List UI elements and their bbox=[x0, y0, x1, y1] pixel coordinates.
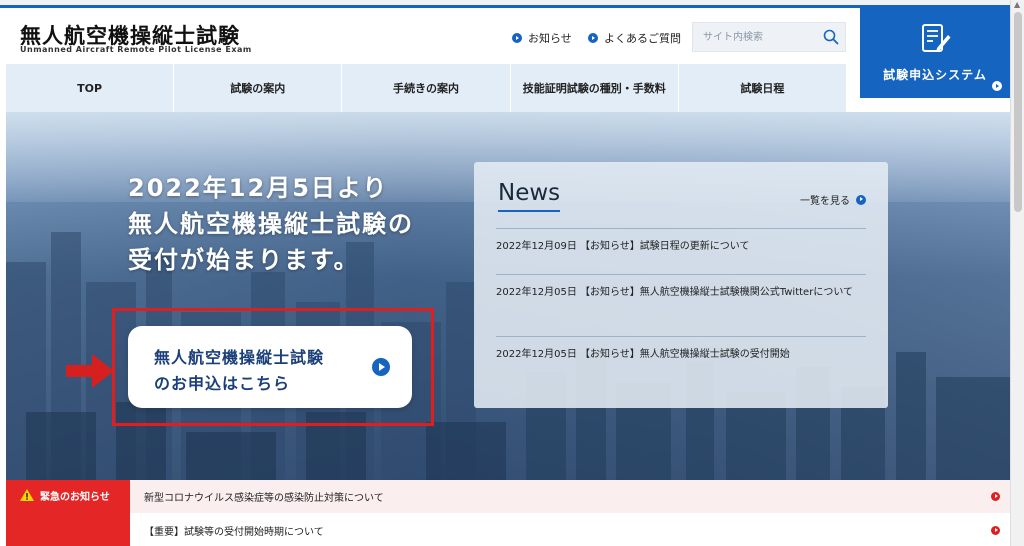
news-item-title: 【お知らせ】試験日程の更新について bbox=[580, 241, 750, 252]
news-view-all-link[interactable]: 一覧を見る bbox=[800, 192, 866, 207]
cta-label-line2: のお申込はこちら bbox=[154, 374, 291, 393]
document-edit-icon bbox=[922, 24, 951, 52]
global-nav: TOP 試験の案内 手続きの案内 技能証明試験の種別・手数料 試験日程 bbox=[6, 64, 846, 112]
nav-item-exam-schedule[interactable]: 試験日程 bbox=[679, 64, 846, 112]
arrow-circle-icon bbox=[588, 33, 598, 43]
divider bbox=[496, 228, 866, 229]
hero-headline-line: 無人航空機操縦士試験の bbox=[128, 210, 414, 238]
news-item[interactable]: 2022年12月09日 【お知らせ】試験日程の更新について bbox=[496, 236, 866, 258]
divider bbox=[496, 336, 866, 337]
search-input[interactable] bbox=[693, 23, 817, 51]
news-item-title: 【お知らせ】無人航空機操縦士試験の受付開始 bbox=[580, 349, 790, 360]
scroll-up-icon[interactable]: ▲ bbox=[1014, 0, 1020, 9]
exam-application-cta-button[interactable]: 無人航空機操縦士試験 のお申込はこちら bbox=[128, 326, 412, 408]
emergency-notice-text: 新型コロナウイルス感染症等の感染防止対策について bbox=[144, 493, 384, 504]
arrow-circle-icon bbox=[856, 194, 866, 205]
exam-application-system-button[interactable]: 試験申込システム bbox=[860, 8, 1010, 98]
browser-top-edge bbox=[0, 0, 1024, 8]
search-icon[interactable] bbox=[823, 29, 839, 45]
hero-headline-line: 2022年12月5日より bbox=[128, 174, 389, 202]
emergency-notice-item[interactable]: 【重要】試験等の受付開始時期について bbox=[130, 514, 1010, 546]
apply-button-label: 試験申込システム bbox=[883, 68, 987, 82]
hero-banner: 2022年12月5日より 無人航空機操縦士試験の 受付が始まります。 無人航空機… bbox=[6, 112, 1010, 480]
news-item[interactable]: 2022年12月05日 【お知らせ】無人航空機操縦士試験の受付開始 bbox=[496, 344, 866, 366]
divider bbox=[496, 274, 866, 275]
nav-item-exam-guide[interactable]: 試験の案内 bbox=[174, 64, 343, 112]
hero-headline-line: 受付が始まります。 bbox=[128, 246, 360, 274]
emergency-notice-item[interactable]: 新型コロナウイルス感染症等の感染防止対策について bbox=[130, 480, 1010, 513]
arrow-circle-icon bbox=[512, 33, 522, 43]
emergency-notice-title: 緊急のお知らせ bbox=[40, 492, 110, 503]
emergency-notices: 緊急のお知らせ 新型コロナウイルス感染症等の感染防止対策について 【重要】試験等… bbox=[6, 480, 1010, 546]
news-item-date: 2022年12月05日 bbox=[496, 287, 577, 298]
page-scrollbar[interactable]: ▲ bbox=[1010, 0, 1024, 546]
news-item-date: 2022年12月05日 bbox=[496, 349, 577, 360]
site-header: 無人航空機操縦士試験 Unmanned Aircraft Remote Pilo… bbox=[6, 8, 1010, 112]
nav-item-procedure-guide[interactable]: 手続きの案内 bbox=[342, 64, 511, 112]
news-title: News bbox=[498, 180, 561, 206]
arrow-circle-icon bbox=[992, 81, 1002, 91]
nav-item-top[interactable]: TOP bbox=[6, 64, 175, 112]
news-item-title: 【お知らせ】無人航空機操縦士試験機関公式Twitterについて bbox=[580, 287, 854, 298]
hero-headline: 2022年12月5日より 無人航空機操縦士試験の 受付が始まります。 bbox=[128, 170, 414, 278]
arrow-circle-icon bbox=[991, 526, 1000, 535]
nav-item-exam-types-fees[interactable]: 技能証明試験の種別・手数料 bbox=[511, 64, 679, 112]
site-search bbox=[692, 22, 846, 52]
news-title-underline bbox=[498, 210, 560, 212]
arrow-circle-icon bbox=[991, 492, 1000, 501]
play-circle-icon bbox=[372, 358, 390, 376]
news-view-all-label: 一覧を見る bbox=[800, 196, 850, 207]
emergency-notice-label: 緊急のお知らせ bbox=[6, 480, 130, 546]
scrollbar-thumb[interactable] bbox=[1014, 12, 1022, 212]
news-item[interactable]: 2022年12月05日 【お知らせ】無人航空機操縦士試験機関公式Twitterに… bbox=[496, 282, 866, 304]
header-link-news[interactable]: お知らせ bbox=[512, 30, 572, 46]
emergency-notice-text: 【重要】試験等の受付開始時期について bbox=[144, 527, 324, 538]
header-link-label: よくあるご質問 bbox=[604, 32, 681, 45]
news-panel: News 一覧を見る 2022年12月09日 【お知らせ】試験日程の更新について… bbox=[474, 162, 888, 408]
red-arrow-annotation-icon bbox=[66, 354, 114, 388]
warning-icon bbox=[20, 489, 34, 501]
cta-label-line1: 無人航空機操縦士試験 bbox=[154, 348, 325, 367]
header-link-label: お知らせ bbox=[528, 32, 572, 45]
site-logo-subtitle: Unmanned Aircraft Remote Pilot License E… bbox=[20, 45, 252, 54]
news-item-date: 2022年12月09日 bbox=[496, 241, 577, 252]
header-link-faq[interactable]: よくあるご質問 bbox=[588, 30, 681, 46]
